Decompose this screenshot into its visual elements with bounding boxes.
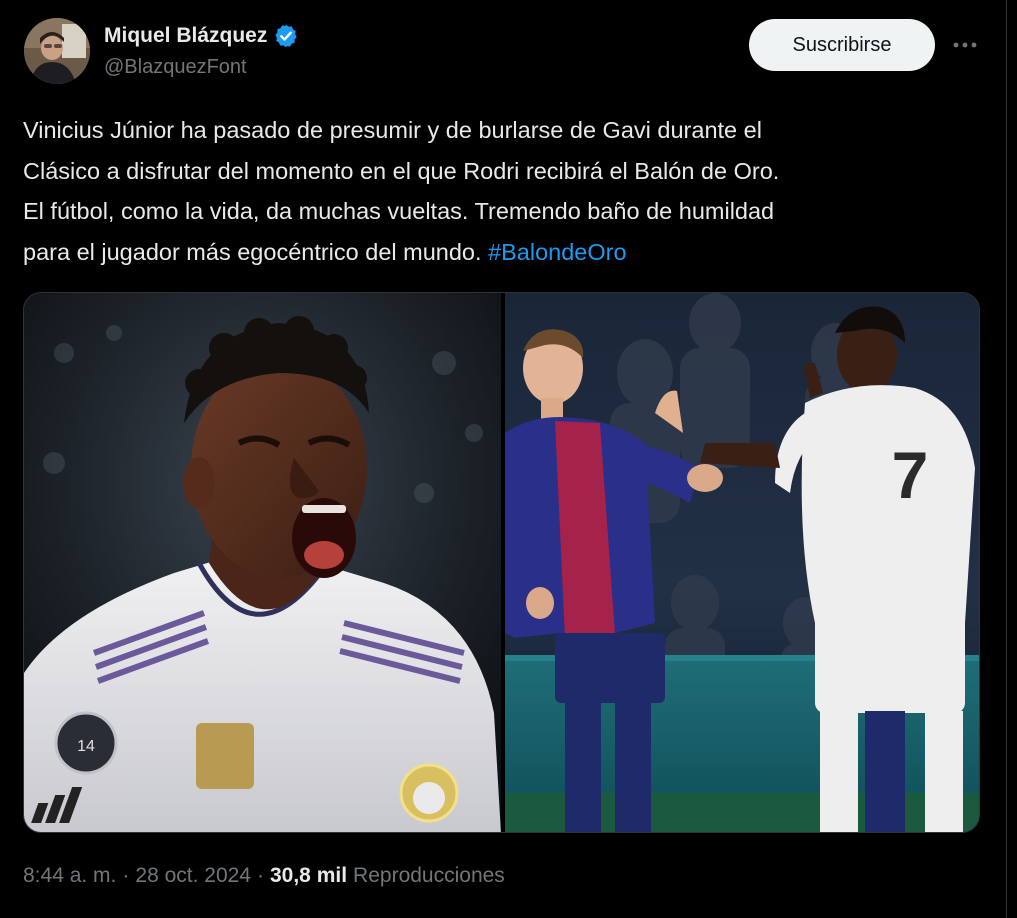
- more-horizontal-icon[interactable]: [948, 30, 982, 60]
- timeline-border: [1006, 0, 1007, 918]
- media-photo-right[interactable]: 7: [504, 293, 979, 832]
- svg-text:14: 14: [77, 738, 95, 755]
- media-grid: 14 7: [23, 292, 980, 833]
- media-photo-left[interactable]: 14: [24, 293, 501, 832]
- tweet-time[interactable]: 8:44 a. m.: [23, 864, 116, 888]
- tweet-text-line: Clásico a disfrutar del momento en el qu…: [23, 157, 780, 184]
- players-confrontation-image: 7: [504, 293, 979, 832]
- views-label: Reproducciones: [353, 864, 505, 887]
- tweet-date[interactable]: 28 oct. 2024: [135, 864, 251, 888]
- tweet-text-line-last: para el jugador más egocéntrico del mund…: [23, 232, 998, 273]
- tweet-text-line: para el jugador más egocéntrico del mund…: [23, 238, 482, 265]
- author-handle[interactable]: @BlazquezFont: [104, 56, 247, 79]
- tweet-text-line: El fútbol, como la vida, da muchas vuelt…: [23, 198, 775, 224]
- verified-badge-icon: [273, 23, 299, 49]
- player-celebrating-image: 14: [24, 293, 501, 832]
- separator-dot: ·: [256, 864, 264, 887]
- tweet-text-line: Vinicius Júnior ha pasado de presumir y …: [23, 117, 762, 143]
- separator-dot: ·: [122, 864, 130, 887]
- svg-text:7: 7: [892, 438, 929, 512]
- author-name-row: Miquel Blázquez: [104, 22, 299, 50]
- author-name[interactable]: Miquel Blázquez: [104, 24, 267, 48]
- hashtag-link[interactable]: #BalondeOro: [488, 239, 627, 265]
- subscribe-button[interactable]: Suscribirse: [749, 19, 935, 71]
- views-count: 30,8 mil: [269, 864, 348, 887]
- tweet-footer-meta: 8:44 a. m. · 28 oct. 2024 · 30,8 mil Rep…: [23, 864, 505, 888]
- avatar-photo: [24, 18, 90, 84]
- tweet-text: Vinicius Júnior ha pasado de presumir y …: [23, 110, 998, 272]
- tweet-card: Miquel Blázquez @BlazquezFont Suscribirs…: [0, 0, 1005, 918]
- author-avatar[interactable]: [24, 18, 90, 84]
